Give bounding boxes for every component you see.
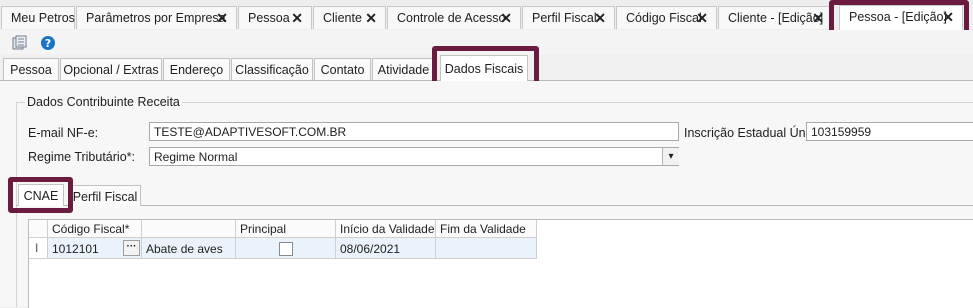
tab-cnae[interactable]: CNAE [18,184,64,206]
column-header-principal[interactable]: Principal [236,220,336,238]
regime-tributario-select[interactable]: Regime Normal [149,147,679,166]
descricao-value: Abate de aves [146,242,223,256]
inicio-validade-value: 08/06/2021 [340,242,401,256]
chevron-down-icon[interactable]: ▾ [662,148,679,165]
doc-tab-cliente[interactable]: Cliente ✕ [313,6,386,29]
cell-fim-validade[interactable] [436,238,537,259]
group-title: Dados Contribuinte Receita [25,95,182,109]
close-icon[interactable]: ✕ [365,10,377,27]
doc-tab-cliente-edicao[interactable]: Cliente - [Edição] ✕ [718,6,833,29]
close-icon[interactable]: ✕ [500,10,512,27]
doc-tab-label: Código Fiscal [626,11,702,25]
tab-label: Dados Fiscais [444,62,524,76]
regime-tributario-label: Regime Tributário*: [28,150,135,164]
records-icon[interactable] [12,35,28,51]
cell-descricao: Abate de aves [142,238,236,259]
tab-pessoa[interactable]: Pessoa [3,58,59,80]
row-indicator[interactable]: I [29,238,48,259]
help-icon[interactable]: ? [40,35,56,51]
doc-tab-pessoa-edicao[interactable]: Pessoa - [Edição] ✕ [839,5,963,30]
grid-row-indicator-header [29,220,48,238]
doc-tab-label: Cliente - [Edição] [728,11,824,25]
codigo-fiscal-value: 1012101 [52,242,99,256]
column-header-descricao[interactable] [142,220,236,238]
sub-tab-divider [16,205,973,206]
tab-label: Atividade [377,63,430,77]
lookup-ellipsis-button[interactable]: ··· [123,240,140,256]
tab-dados-fiscais[interactable]: Dados Fiscais [440,55,528,81]
doc-tab-codigo-fiscal[interactable]: Código Fiscal ✕ [616,6,717,29]
tab-label: Perfil Fiscal [72,190,138,204]
tab-label: Pessoa [10,63,52,77]
cnae-grid: Código Fiscal* Principal Início da Valid… [28,219,973,308]
close-icon[interactable]: ✕ [291,10,303,27]
tab-classificacao[interactable]: Classificação [231,58,313,80]
doc-tab-label: Parâmetros por Empresa [86,11,226,25]
tab-label: CNAE [23,189,59,203]
column-header-codigo-fiscal[interactable]: Código Fiscal* [48,220,142,238]
column-header-inicio-validade[interactable]: Início da Validade* [336,220,436,238]
principal-checkbox[interactable] [279,242,293,256]
email-nfe-label: E-mail NF-e: [28,126,99,140]
doc-tab-label: Meu Petros [11,11,75,25]
document-tab-bar: Meu Petros Parâmetros por Empresa ✕ Pess… [0,0,973,31]
close-icon[interactable]: ✕ [696,10,708,27]
regime-tributario-value: Regime Normal [154,150,238,164]
tab-label: Endereço [169,63,224,77]
tab-label: Classificação [235,63,309,77]
tab-label: Opcional / Extras [63,63,159,77]
ie-unica-label: Inscrição Estadual Única: [684,126,826,140]
email-nfe-field[interactable]: TESTE@ADAPTIVESOFT.COM.BR [149,122,679,141]
close-icon[interactable]: ✕ [942,9,954,26]
row-cursor-indicator: I [35,241,39,255]
close-icon[interactable]: ✕ [812,10,824,27]
cell-inicio-validade[interactable]: 08/06/2021 [336,238,436,259]
doc-tab-label: Pessoa [248,11,290,25]
tab-endereco[interactable]: Endereço [163,58,230,80]
toolbar: ? [0,30,973,54]
close-icon[interactable]: ✕ [594,10,606,27]
doc-tab-pessoa[interactable]: Pessoa ✕ [238,6,312,29]
svg-text:?: ? [45,37,51,50]
tab-opcional-extras[interactable]: Opcional / Extras [60,58,162,80]
doc-tab-controle-acesso[interactable]: Controle de Acesso ✕ [387,6,521,29]
doc-tab-label: Controle de Acesso [397,11,506,25]
doc-tab-perfil-fiscal[interactable]: Perfil Fiscal ✕ [522,6,615,29]
ie-unica-field[interactable]: 103159959 [806,122,973,141]
doc-tab-label: Pessoa - [Edição] [849,10,947,24]
column-header-fim-validade[interactable]: Fim da Validade [436,220,537,238]
close-icon[interactable]: ✕ [216,10,228,27]
tab-label: Contato [320,63,365,77]
doc-tab-label: Perfil Fiscal [532,11,597,25]
tab-perfil-fiscal[interactable]: Perfil Fiscal [69,185,141,206]
tab-atividade[interactable]: Atividade [372,58,435,80]
doc-tab-label: Cliente [323,11,362,25]
doc-tab-parametros-empresa[interactable]: Parâmetros por Empresa ✕ [76,6,237,29]
tab-contato[interactable]: Contato [314,58,371,80]
doc-tab-meu-petros[interactable]: Meu Petros [1,6,75,29]
person-section-tabs: Pessoa Opcional / Extras Endereço Classi… [0,54,973,81]
